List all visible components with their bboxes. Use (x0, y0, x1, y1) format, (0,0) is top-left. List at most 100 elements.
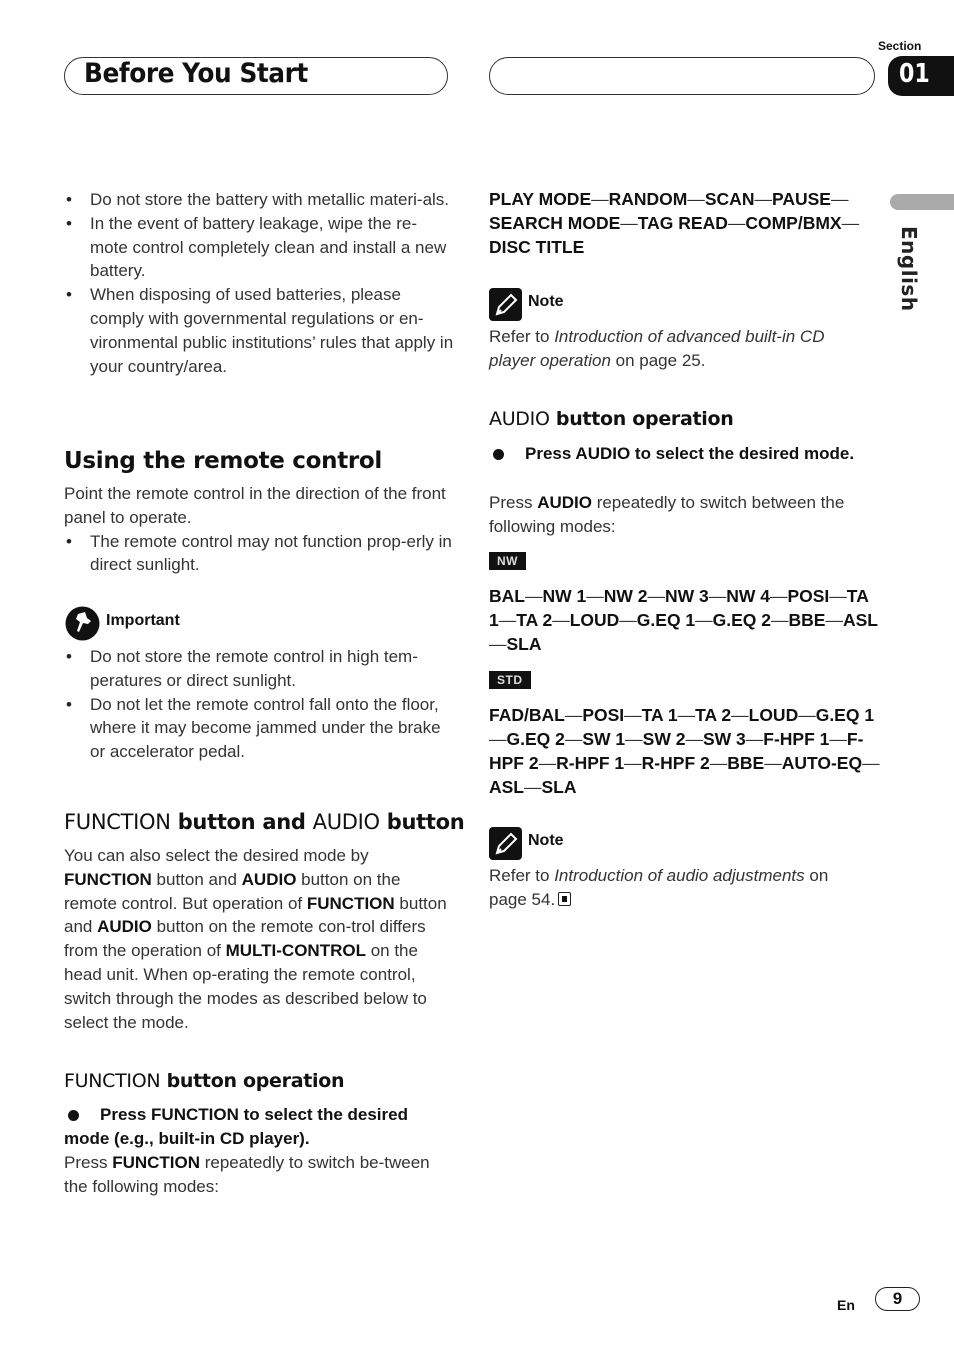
mode-item: SEARCH MODE (489, 213, 621, 233)
heading-rest: button operation (549, 408, 734, 430)
important-body: Do not store the remote control in high … (64, 645, 456, 764)
mode-separator: — (769, 586, 788, 606)
battery-bullet-list: Do not store the battery with metallic m… (64, 188, 454, 378)
pencil-icon (489, 827, 523, 861)
note1-label: Note (528, 293, 564, 310)
text-run: button and (151, 869, 242, 889)
mode-separator: — (489, 729, 507, 749)
mode-item: COMP/BMX (745, 213, 842, 233)
note2-link-text: Introduction of audio adjustments (554, 866, 805, 885)
mode-item: R-HPF 2 (641, 753, 710, 773)
mode-separator: — (498, 610, 517, 630)
mode-separator: — (825, 610, 843, 630)
note1-post: on page 25. (610, 350, 706, 370)
note2-label: Note (528, 832, 564, 849)
mode-item: TA 1 (641, 705, 678, 725)
audio-step-text: Press AUDIO to select the desired mode. (525, 444, 855, 463)
mode-separator: — (829, 729, 847, 749)
mode-separator: — (862, 753, 880, 773)
mode-item: RANDOM (608, 189, 688, 209)
mode-item: G.EQ 1 (815, 705, 875, 725)
mode-item: AUTO-EQ (781, 753, 863, 773)
mode-item: PLAY MODE (489, 189, 592, 209)
note2-pre: Refer to (489, 866, 555, 885)
mode-separator: — (586, 586, 604, 606)
mode-item: PAUSE (771, 189, 831, 209)
remote-section-body: Point the remote control in the directio… (64, 482, 456, 577)
mode-item: G.EQ 1 (636, 610, 696, 630)
function-step-text: Press FUNCTION to select the desired mod… (64, 1105, 408, 1148)
text-run: You can also select the desired mode by (64, 846, 369, 865)
mode-separator: — (708, 586, 727, 606)
mode-item: NW 1 (542, 586, 587, 606)
function-mode-sequence: PLAY MODE—RANDOM—SCAN—PAUSE—SEARCH MODE—… (489, 187, 879, 259)
mode-item: F-HPF 1 (763, 729, 830, 749)
pencil-icon (489, 288, 523, 322)
mode-item: BBE (788, 610, 826, 630)
mode-separator: — (695, 610, 713, 630)
bullet-item: Do not store the battery with metallic m… (64, 188, 454, 212)
mode-separator: — (798, 705, 816, 725)
mode-separator: — (764, 753, 782, 773)
header-blank-frame (489, 57, 875, 95)
note1-text: Refer to Introduction of advanced built-… (489, 325, 869, 373)
mode-separator: — (524, 586, 543, 606)
page-number: 9 (875, 1287, 920, 1311)
desc-pre: Press (489, 493, 538, 512)
important-label: Important (106, 612, 180, 629)
mode-separator: — (685, 729, 703, 749)
audio-step: Press AUDIO to select the desired mode. (489, 442, 869, 466)
desc-pre: Press (64, 1153, 113, 1172)
nw-mode-sequence: BAL—NW 1—NW 2—NW 3—NW 4—POSI—TA 1—TA 2—L… (489, 584, 881, 656)
function-audio-heading: FUNCTION button and AUDIO button (64, 810, 465, 834)
mode-separator: — (564, 705, 583, 725)
remote-heading: Using the remote control (64, 448, 383, 474)
section-label: Section (878, 39, 922, 53)
mode-item: POSI (787, 586, 830, 606)
mode-separator: — (524, 777, 542, 797)
function-audio-paragraph: You can also select the desired mode by … (64, 844, 456, 1034)
mode-item: TA 2 (516, 610, 553, 630)
mode-separator: — (829, 586, 847, 606)
heading-audio: AUDIO (312, 810, 380, 834)
heading-audio: AUDIO (489, 408, 550, 430)
function-step: Press FUNCTION to select the desired mod… (64, 1103, 456, 1151)
mode-item: LOUD (569, 610, 620, 630)
mode-item: FAD/BAL (489, 705, 565, 725)
mode-separator: — (709, 753, 728, 773)
mode-separator: — (564, 729, 583, 749)
heading-rest: button operation (160, 1070, 345, 1092)
bold-term: FUNCTION (306, 893, 395, 913)
mode-item: TAG READ (637, 213, 728, 233)
mode-item: G.EQ 2 (506, 729, 565, 749)
bold-term: FUNCTION (64, 869, 152, 889)
desc-bold: AUDIO (537, 493, 592, 512)
mode-item: ASL (842, 610, 878, 630)
bullet-item: In the event of battery leakage, wipe th… (64, 212, 454, 283)
page-title: Before You Start (84, 58, 308, 89)
mode-separator: — (552, 610, 570, 630)
mode-separator: — (620, 213, 638, 233)
bullet-item: The remote control may not function prop… (64, 530, 456, 578)
mode-item: ASL (489, 777, 524, 797)
nw-badge: NW (489, 552, 526, 570)
heading-function: FUNCTION (64, 1070, 161, 1092)
step-bullet-icon (68, 1109, 79, 1121)
mode-separator: — (687, 189, 705, 209)
mode-separator: — (731, 705, 749, 725)
mode-separator: — (841, 213, 860, 233)
audio-operation-heading: AUDIO button operation (489, 408, 734, 430)
note2-text: Refer to Introduction of audio adjustmen… (489, 864, 869, 912)
mode-separator: — (727, 213, 746, 233)
bullet-item: Do not let the remote control fall onto … (64, 693, 456, 764)
language-tab-marker (890, 194, 954, 210)
mode-separator: — (489, 634, 507, 654)
mode-item: SW 2 (642, 729, 686, 749)
std-mode-sequence: FAD/BAL—POSI—TA 1—TA 2—LOUD—G.EQ 1—G.EQ … (489, 703, 881, 799)
audio-desc: Press AUDIO repeatedly to switch between… (489, 491, 869, 539)
mode-item: SLA (541, 777, 577, 797)
mode-item: DISC TITLE (489, 237, 585, 257)
heading-mid: button and (170, 810, 313, 834)
mode-separator: — (647, 586, 665, 606)
function-operation-heading: FUNCTION button operation (64, 1070, 345, 1092)
